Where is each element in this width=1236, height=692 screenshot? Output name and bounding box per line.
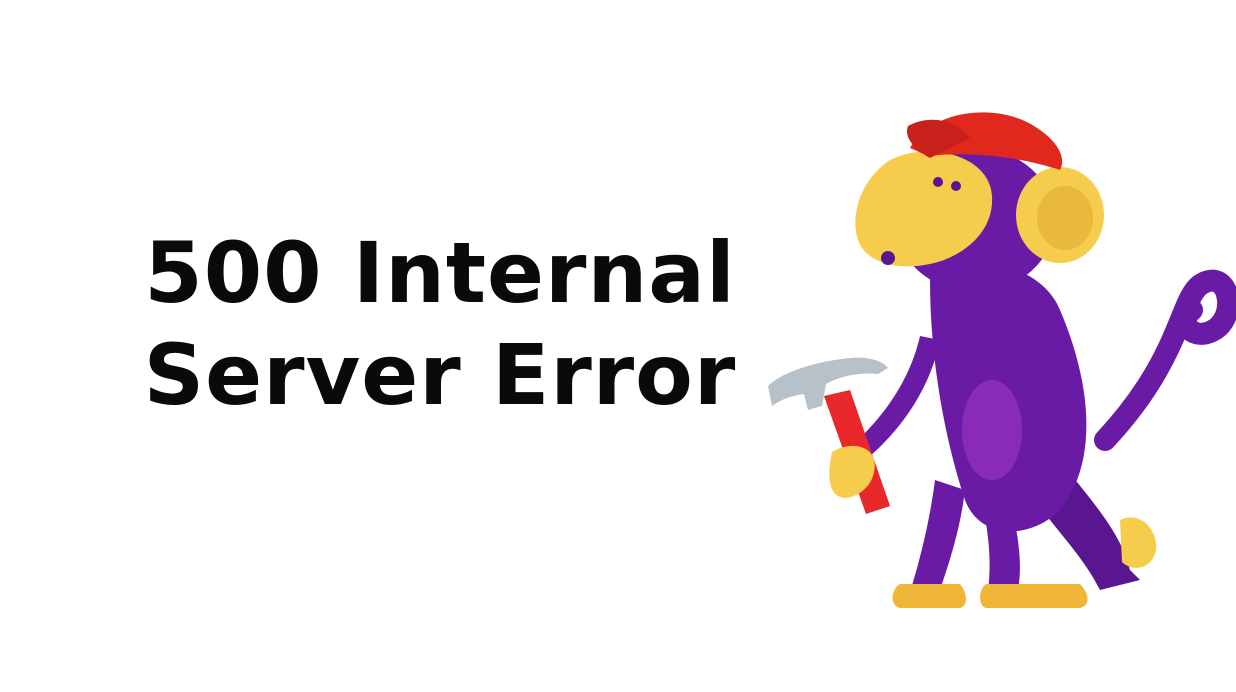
error-title: 500 Internal Server Error — [120, 222, 760, 426]
error-page: 500 Internal Server Error — [0, 0, 1236, 692]
monkey-front-leg — [910, 480, 965, 592]
error-title-line-1: 500 Internal — [144, 224, 736, 322]
monkey-nose — [881, 251, 895, 265]
monkey-eye-left — [933, 177, 943, 187]
monkey-belly — [962, 380, 1022, 480]
monkey-eye-right — [951, 181, 961, 191]
monkey-back-hand — [1120, 517, 1157, 568]
monkey-foot-right — [980, 584, 1088, 608]
error-title-line-2: Server Error — [143, 326, 737, 424]
monkey-with-hammer-icon — [768, 112, 1236, 608]
monkey-ear-inner — [1037, 186, 1093, 250]
monkey-arm — [856, 336, 940, 456]
monkey-tail — [1094, 269, 1236, 451]
monkey-foot-left — [892, 584, 966, 608]
